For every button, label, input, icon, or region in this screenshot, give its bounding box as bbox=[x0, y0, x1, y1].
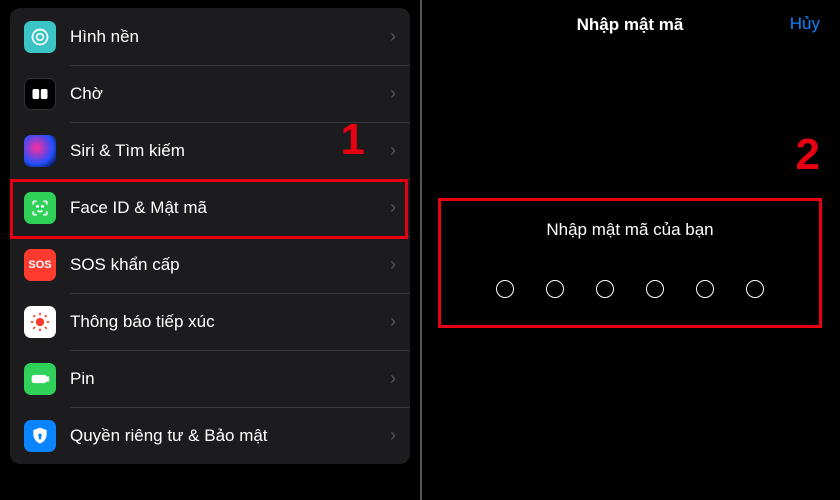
sos-icon: SOS bbox=[24, 249, 56, 281]
standby-icon bbox=[24, 78, 56, 110]
chevron-right-icon: › bbox=[390, 26, 396, 47]
settings-panel: Hình nền › Chờ › Siri & Tìm kiếm › Face … bbox=[0, 0, 420, 500]
settings-row-privacy[interactable]: Quyền riêng tư & Bảo mật › bbox=[10, 407, 410, 464]
passcode-dot bbox=[646, 280, 664, 298]
chevron-right-icon: › bbox=[390, 425, 396, 446]
chevron-right-icon: › bbox=[390, 254, 396, 275]
passcode-dot bbox=[496, 280, 514, 298]
settings-row-label: SOS khẩn cấp bbox=[70, 255, 390, 275]
privacy-icon bbox=[24, 420, 56, 452]
settings-row-label: Chờ bbox=[70, 84, 390, 104]
settings-row-label: Face ID & Mật mã bbox=[70, 198, 390, 218]
cancel-button[interactable]: Hủy bbox=[790, 14, 820, 34]
annotation-number-2: 2 bbox=[796, 130, 820, 180]
settings-row-exposure[interactable]: Thông báo tiếp xúc › bbox=[10, 293, 410, 350]
panel-divider bbox=[420, 0, 422, 500]
passcode-area: Nhập mật mã của bạn bbox=[420, 220, 840, 298]
chevron-right-icon: › bbox=[390, 311, 396, 332]
wallpaper-icon bbox=[24, 21, 56, 53]
chevron-right-icon: › bbox=[390, 368, 396, 389]
battery-icon bbox=[24, 363, 56, 395]
chevron-right-icon: › bbox=[390, 140, 396, 161]
passcode-title: Nhập mật mã bbox=[577, 15, 684, 35]
settings-row-battery[interactable]: Pin › bbox=[10, 350, 410, 407]
passcode-dot bbox=[596, 280, 614, 298]
siri-icon bbox=[24, 135, 56, 167]
passcode-prompt: Nhập mật mã của bạn bbox=[420, 220, 840, 240]
faceid-icon bbox=[24, 192, 56, 224]
settings-row-label: Thông báo tiếp xúc bbox=[70, 312, 390, 332]
passcode-dot bbox=[546, 280, 564, 298]
settings-row-label: Pin bbox=[70, 369, 390, 389]
settings-list: Hình nền › Chờ › Siri & Tìm kiếm › Face … bbox=[10, 8, 410, 464]
passcode-panel: Nhập mật mã Hủy Nhập mật mã của bạn 2 bbox=[420, 0, 840, 500]
settings-row-label: Hình nền bbox=[70, 27, 390, 47]
annotation-number-1: 1 bbox=[341, 115, 365, 165]
chevron-right-icon: › bbox=[390, 83, 396, 104]
passcode-dot bbox=[746, 280, 764, 298]
chevron-right-icon: › bbox=[390, 197, 396, 218]
settings-row-sos[interactable]: SOS SOS khẩn cấp › bbox=[10, 236, 410, 293]
passcode-dots[interactable] bbox=[420, 280, 840, 298]
passcode-header: Nhập mật mã Hủy bbox=[420, 0, 840, 50]
exposure-icon bbox=[24, 306, 56, 338]
passcode-dot bbox=[696, 280, 714, 298]
settings-row-faceid[interactable]: Face ID & Mật mã › bbox=[10, 179, 410, 236]
settings-row-wallpaper[interactable]: Hình nền › bbox=[10, 8, 410, 65]
settings-row-label: Quyền riêng tư & Bảo mật bbox=[70, 426, 390, 446]
settings-row-standby[interactable]: Chờ › bbox=[10, 65, 410, 122]
